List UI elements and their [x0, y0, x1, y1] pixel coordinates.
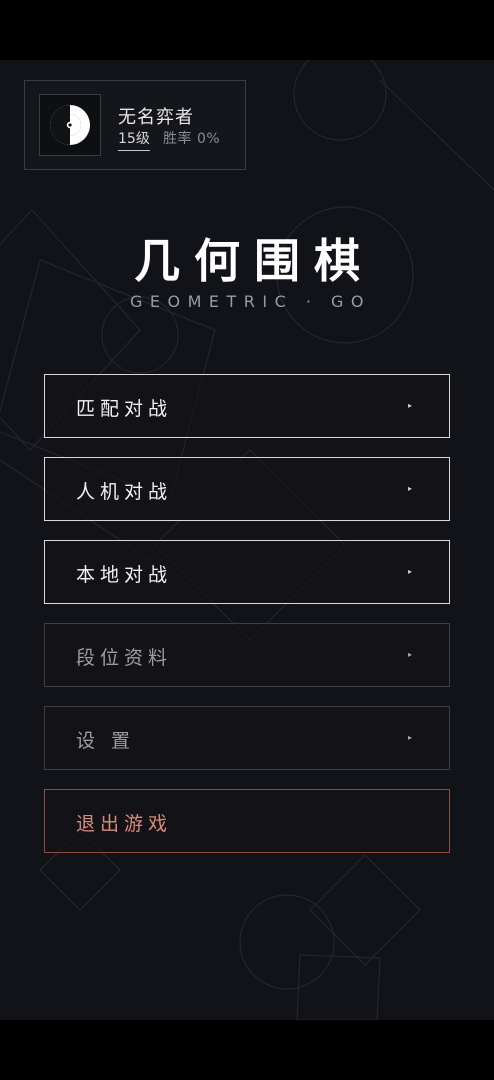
- settings-button[interactable]: 设 置 ▸: [44, 706, 450, 770]
- avatar[interactable]: [39, 94, 101, 156]
- exit-game-label: 退出游戏: [76, 813, 173, 835]
- ai-battle-label: 人机对战: [76, 481, 173, 503]
- match-battle-label: 匹配对战: [76, 398, 173, 420]
- bg-square-bottom: [296, 954, 381, 1020]
- rank-profile-label: 段位资料: [76, 647, 173, 669]
- player-profile-card[interactable]: 无名弈者 15级 胜率 0%: [24, 80, 246, 170]
- yin-yang-stone-icon: [50, 105, 90, 145]
- local-battle-label: 本地对战: [76, 564, 173, 586]
- arrow-right-icon: ▸: [407, 650, 412, 659]
- main-menu-screen: 无名弈者 15级 胜率 0% 几何围棋 GEOMETRIC · GO 匹配对战 …: [0, 60, 494, 1020]
- settings-label: 设 置: [76, 730, 136, 752]
- game-title: 几何围棋: [134, 234, 374, 288]
- arrow-right-icon: ▸: [407, 484, 412, 493]
- exit-game-button[interactable]: 退出游戏: [44, 789, 450, 853]
- player-name: 无名弈者: [118, 107, 194, 128]
- player-rank: 15级: [118, 128, 150, 151]
- game-subtitle: GEOMETRIC · GO: [129, 292, 372, 311]
- arrow-right-icon: ▸: [407, 567, 412, 576]
- bg-line-top-right: [379, 79, 494, 191]
- bg-circle-top: [293, 60, 387, 141]
- player-winrate: 胜率 0%: [163, 131, 221, 147]
- rank-profile-button[interactable]: 段位资料 ▸: [44, 623, 450, 687]
- ai-battle-button[interactable]: 人机对战 ▸: [44, 457, 450, 521]
- bg-circle-bottom: [239, 894, 335, 990]
- arrow-right-icon: ▸: [407, 401, 412, 410]
- local-battle-button[interactable]: 本地对战 ▸: [44, 540, 450, 604]
- arrow-right-icon: ▸: [407, 733, 412, 742]
- match-battle-button[interactable]: 匹配对战 ▸: [44, 374, 450, 438]
- bg-diamond-bottom-right: [309, 854, 421, 966]
